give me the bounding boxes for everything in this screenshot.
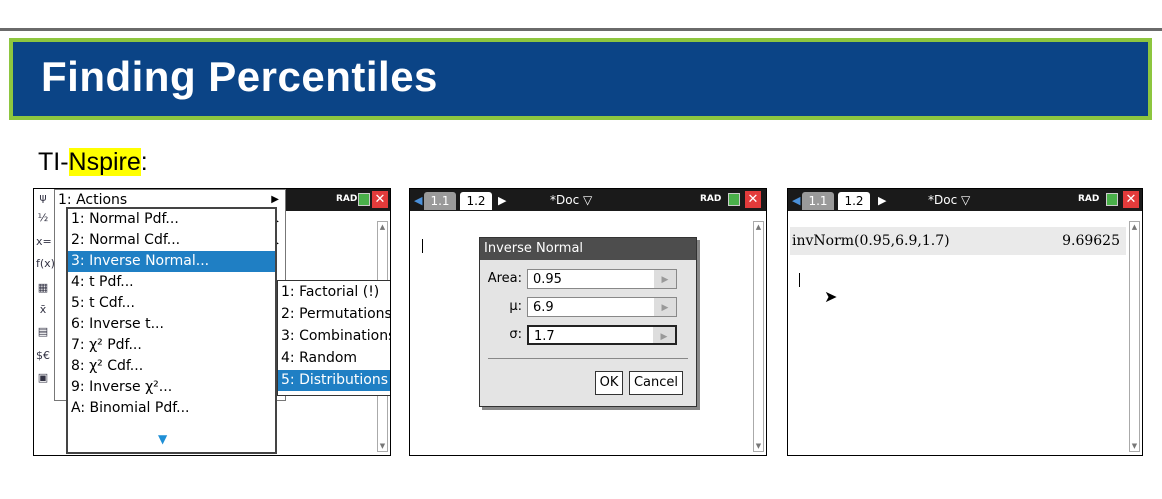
tab-1-1[interactable]: 1.1 <box>802 192 834 210</box>
area-field[interactable]: 0.95 ▶ <box>527 269 677 289</box>
calculator-screen-2: ◀ 1.1 1.2 ▶ *Doc ▽ RAD ✕ ▲ ▼ Inverse Norm… <box>409 188 767 456</box>
menu-item-t-cdf[interactable]: 5: t Cdf... <box>68 293 275 314</box>
ok-button[interactable]: OK <box>595 371 623 395</box>
scrollbar[interactable]: ▲ ▼ <box>753 221 764 452</box>
divider <box>488 358 688 359</box>
menu-item-factorial[interactable]: 1: Factorial (!) <box>278 282 390 303</box>
cancel-button[interactable]: Cancel <box>629 371 683 395</box>
top-rule <box>0 28 1162 31</box>
tab-bar: ◀ 1.1 1.2 ▶ *Doc ▽ RAD ✕ <box>788 189 1142 211</box>
probability-submenu: 1: Factorial (!) 2: Permutations 3: Comb… <box>277 280 390 396</box>
page-title: Finding Percentiles <box>41 53 438 100</box>
actions-icon[interactable]: ψ <box>36 191 50 205</box>
menu-item-normal-pdf[interactable]: 1: Normal Pdf... <box>68 209 275 230</box>
doc-name[interactable]: *Doc ▽ <box>928 193 970 207</box>
doc-name[interactable]: *Doc ▽ <box>550 193 592 207</box>
close-icon[interactable]: ✕ <box>1123 191 1139 208</box>
distributions-menu: 1: Normal Pdf... 2: Normal Cdf... 3: Inv… <box>66 207 277 454</box>
menu-item-inverse-t[interactable]: 6: Inverse t... <box>68 314 275 335</box>
chevron-right-icon[interactable]: ▶ <box>878 194 886 207</box>
menu-item-distributions[interactable]: 5: Distributions <box>278 370 390 391</box>
menu-item-permutations[interactable]: 2: Permutations <box>278 304 390 325</box>
scrollbar[interactable]: ▲ ▼ <box>1129 221 1140 452</box>
subtitle-prefix: TI- <box>38 148 69 176</box>
mu-field[interactable]: 6.9 ▶ <box>527 297 677 317</box>
area-label: Area: <box>487 271 522 286</box>
close-icon[interactable]: ✕ <box>372 191 388 208</box>
text-cursor <box>799 273 800 287</box>
menu-item-t-pdf[interactable]: 4: t Pdf... <box>68 272 275 293</box>
sigma-label: σ: <box>509 327 522 342</box>
close-icon[interactable]: ✕ <box>745 191 761 208</box>
rad-indicator: RAD <box>700 194 722 204</box>
rad-indicator: RAD <box>336 194 358 204</box>
text-cursor <box>422 239 423 253</box>
mu-label: μ: <box>509 299 522 314</box>
chevron-right-icon: ▶ <box>271 194 279 205</box>
menu-item-chi2-pdf[interactable]: 7: χ² Pdf... <box>68 335 275 356</box>
menu-item-normal-cdf[interactable]: 2: Normal Cdf... <box>68 230 275 251</box>
chevron-left-icon[interactable]: ◀ <box>792 194 800 207</box>
tab-1-1[interactable]: 1.1 <box>424 192 456 210</box>
menu-item-random[interactable]: 4: Random <box>278 348 390 369</box>
menu-item-inverse-normal[interactable]: 3: Inverse Normal... <box>68 251 275 272</box>
scroll-down-icon[interactable]: ▼ <box>158 432 167 446</box>
tab-bar: ◀ 1.1 1.2 ▶ *Doc ▽ RAD ✕ <box>410 189 766 211</box>
calculator-screen-1: RAD ✕ ▲ ▼ ψ ½ x= f(x) ▦ x̄ ▤ $€ ▣ 1: Acti… <box>33 188 391 456</box>
tab-1-2[interactable]: 1.2 <box>838 192 870 210</box>
pointer-icon: ➤ <box>824 287 838 306</box>
battery-icon <box>1106 193 1118 206</box>
tab-1-2[interactable]: 1.2 <box>460 192 492 210</box>
dialog-title: Inverse Normal <box>480 238 696 260</box>
menu-item-binomial-pdf[interactable]: A: Binomial Pdf... <box>68 398 275 419</box>
calculus-icon[interactable]: f(x) <box>36 257 55 271</box>
rad-indicator: RAD <box>1078 194 1100 204</box>
expression: invNorm(0.95,6.9,1.7) <box>792 233 950 249</box>
statistics-icon[interactable]: x̄ <box>36 303 50 317</box>
sigma-field[interactable]: 1.7 ▶ <box>527 325 677 345</box>
subtitle-highlight: Nspire <box>68 148 141 176</box>
finance-icon[interactable]: $€ <box>36 349 50 363</box>
title-banner: Finding Percentiles <box>9 38 1152 120</box>
matrix-icon[interactable]: ▤ <box>36 325 50 339</box>
probability-icon[interactable]: ▦ <box>36 281 50 295</box>
menu-item-inverse-chi2[interactable]: 9: Inverse χ²... <box>68 377 275 398</box>
result: 9.69625 <box>1062 233 1120 249</box>
calculation-row[interactable]: invNorm(0.95,6.9,1.7) 9.69625 <box>790 227 1126 255</box>
subtitle-suffix: : <box>140 148 148 176</box>
calculator-screen-3: ◀ 1.1 1.2 ▶ *Doc ▽ RAD ✕ ▲ ▼ invNorm(0.95… <box>787 188 1143 456</box>
toolbox-strip: ψ ½ x= f(x) ▦ x̄ ▤ $€ ▣ <box>34 189 55 455</box>
number-icon[interactable]: ½ <box>36 211 50 225</box>
algebra-icon[interactable]: x= <box>36 235 52 249</box>
chevron-right-icon[interactable]: ▶ <box>498 194 506 207</box>
chevron-left-icon[interactable]: ◀ <box>414 194 422 207</box>
functions-icon[interactable]: ▣ <box>36 371 50 385</box>
menu-item-chi2-cdf[interactable]: 8: χ² Cdf... <box>68 356 275 377</box>
inverse-normal-dialog: Inverse Normal Area: 0.95 ▶ μ: 6.9 ▶ σ: 1.… <box>479 237 697 407</box>
battery-icon <box>728 193 740 206</box>
menu-item-combinations[interactable]: 3: Combinations <box>278 326 390 347</box>
battery-icon <box>358 193 370 206</box>
subtitle: TI-Nspire: <box>38 148 148 177</box>
